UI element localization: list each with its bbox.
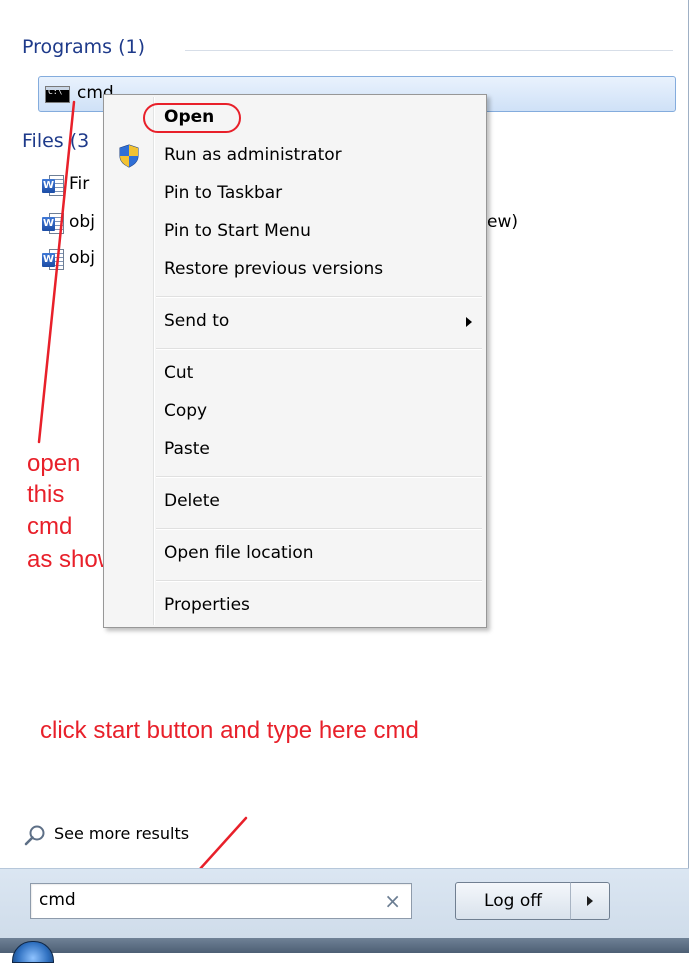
menu-item-run-as-administrator[interactable]: Run as administrator bbox=[106, 138, 484, 174]
menu-item-label: Open file location bbox=[164, 543, 314, 563]
cmd-icon: C:\ bbox=[45, 86, 70, 103]
menu-item-open-file-location[interactable]: Open file location bbox=[106, 536, 484, 572]
word-document-icon: W bbox=[42, 249, 64, 271]
menu-separator bbox=[156, 580, 482, 582]
menu-item-label: Paste bbox=[164, 439, 210, 459]
programs-header: Programs (1) bbox=[22, 36, 146, 58]
menu-item-label: Delete bbox=[164, 491, 220, 511]
annotation-this: this bbox=[27, 481, 65, 508]
word-document-icon: W bbox=[42, 213, 64, 235]
log-off-label: Log off bbox=[484, 891, 542, 911]
menu-item-cut[interactable]: Cut bbox=[106, 356, 484, 392]
menu-item-label: Run as administrator bbox=[164, 145, 342, 165]
menu-separator bbox=[156, 296, 482, 298]
log-off-button[interactable]: Log off bbox=[455, 882, 571, 920]
menu-separator bbox=[156, 348, 482, 350]
menu-item-label: Copy bbox=[164, 401, 208, 421]
see-more-results-label: See more results bbox=[54, 824, 190, 843]
files-header: Files (3 bbox=[22, 130, 90, 152]
start-menu-panel: Programs (1) C:\ cmd Files (3 W Fir W ob… bbox=[0, 0, 689, 953]
search-input[interactable]: cmd × bbox=[30, 883, 412, 919]
menu-item-label: Properties bbox=[164, 595, 250, 615]
word-document-icon: W bbox=[42, 175, 64, 197]
menu-item-copy[interactable]: Copy bbox=[106, 394, 484, 430]
search-icon bbox=[24, 825, 45, 846]
annotation-cmd: cmd bbox=[27, 513, 73, 540]
file-item-label: obj bbox=[69, 248, 95, 268]
menu-separator bbox=[156, 476, 482, 478]
menu-item-send-to[interactable]: Send to bbox=[106, 304, 484, 340]
uac-shield-icon bbox=[119, 144, 139, 168]
menu-separator bbox=[156, 528, 482, 530]
close-icon[interactable]: × bbox=[384, 889, 401, 913]
menu-item-restore-previous-versions[interactable]: Restore previous versions bbox=[106, 252, 484, 288]
menu-item-label: Pin to Taskbar bbox=[164, 183, 283, 203]
menu-item-paste[interactable]: Paste bbox=[106, 432, 484, 468]
menu-item-properties[interactable]: Properties bbox=[106, 588, 484, 624]
submenu-arrow-icon bbox=[466, 317, 472, 327]
taskbar bbox=[0, 938, 689, 953]
context-menu: Open Run as administrator Pin to Taskbar… bbox=[103, 94, 487, 628]
menu-item-delete[interactable]: Delete bbox=[106, 484, 484, 520]
file-item-2-trailing-text: ew) bbox=[487, 212, 518, 232]
menu-item-label: Pin to Start Menu bbox=[164, 221, 311, 241]
file-item-label: Fir bbox=[69, 174, 90, 194]
menu-item-label: Restore previous versions bbox=[164, 259, 384, 279]
search-input-value: cmd bbox=[39, 890, 76, 910]
annotation-type-hint: click start button and type here cmd bbox=[40, 717, 419, 744]
menu-item-pin-to-taskbar[interactable]: Pin to Taskbar bbox=[106, 176, 484, 212]
shutdown-options-button[interactable] bbox=[570, 882, 610, 920]
see-more-results-link[interactable]: See more results bbox=[24, 822, 224, 848]
menu-item-pin-to-start-menu[interactable]: Pin to Start Menu bbox=[106, 214, 484, 250]
annotation-open: open bbox=[27, 450, 81, 477]
menu-item-label: Send to bbox=[164, 311, 230, 331]
open-highlight-circle bbox=[143, 103, 241, 133]
file-item-label: obj bbox=[69, 212, 95, 232]
chevron-right-icon bbox=[587, 896, 593, 906]
menu-item-label: Cut bbox=[164, 363, 194, 383]
section-divider bbox=[185, 50, 673, 51]
